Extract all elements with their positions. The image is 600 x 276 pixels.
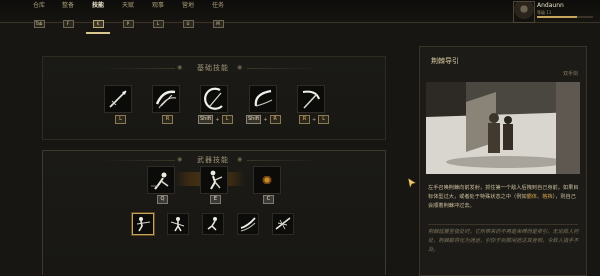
tab-hotkey: P	[122, 20, 134, 28]
mouse-cursor-icon	[408, 178, 417, 188]
tab-label: 任务	[211, 2, 224, 9]
skill-dash-strike[interactable]	[147, 166, 175, 194]
key-hint: C	[263, 195, 274, 204]
key-hint: Shift + R	[246, 115, 281, 124]
mouse-left-key: L	[115, 115, 126, 124]
warrior-stance-icon	[170, 217, 185, 232]
tab-hotkey: L	[152, 20, 164, 28]
tab-hotkey: K	[92, 20, 104, 28]
skill-spear[interactable]	[104, 85, 132, 113]
divider	[247, 68, 322, 69]
key-hint: Q	[157, 195, 168, 204]
skill-detail-title: 荆棘导引	[431, 57, 459, 65]
keyword-link[interactable]: 格挡	[542, 194, 552, 200]
skill-lore: 荆棘延展至极处时，它所带来的不再是束缚而是牵引。无论敌人何处，荆棘都将化为通途，…	[428, 229, 579, 253]
shift-key: Shift	[198, 115, 214, 124]
e-key: E	[210, 195, 221, 204]
player-name: Andaunn	[537, 2, 564, 9]
q-key: Q	[157, 195, 168, 204]
dash-strike-icon	[151, 172, 169, 190]
tab-talents[interactable]: 天赋 P	[113, 2, 143, 29]
tab-inventory[interactable]: 仓库 Tab	[24, 2, 54, 29]
avatar	[513, 1, 535, 23]
skill-detail-panel: 荆棘导引 双手剑 左手召唤荆棘向前发射，抓住第一个敌人后拽到自己身前。如果目标体…	[419, 46, 587, 276]
key-hint: E	[210, 195, 221, 204]
stance-leaping[interactable]	[202, 213, 224, 235]
skill-crescent-slash[interactable]	[200, 85, 228, 113]
skill-preview-image	[426, 82, 580, 174]
player-xp-fill	[537, 16, 577, 18]
mouse-right-key: R	[269, 115, 281, 124]
divider	[247, 160, 322, 161]
tab-camp[interactable]: 营地 U	[173, 2, 203, 29]
stance-wind-slash[interactable]	[237, 213, 259, 235]
key-hint: R + L	[299, 115, 330, 124]
tab-label: 技能	[91, 2, 104, 9]
plus-icon: +	[263, 116, 268, 123]
stance-piercing[interactable]	[132, 213, 154, 235]
leaping-stance-icon	[207, 217, 217, 231]
skill-sweep-slash[interactable]	[249, 85, 277, 113]
player-xp-bar	[537, 16, 593, 18]
sweep-slash-icon	[254, 89, 273, 107]
ninja-leap-icon	[210, 170, 223, 190]
tab-label: 天赋	[121, 2, 134, 9]
top-nav-bar: 仓库 Tab 整备 F 技能 K 天赋 P 观事 L 营地 U 任务 M And…	[0, 0, 600, 34]
skill-description: 左手召唤荆棘向前发射，抓住第一个敌人后拽到自己身前。如果目标体型过大，或者处于特…	[428, 184, 580, 211]
skill-slash[interactable]	[152, 85, 180, 113]
wind-slash-icon	[240, 217, 256, 232]
shift-key: Shift	[246, 115, 262, 124]
c-key: C	[263, 195, 274, 204]
key-hint: Shift + L	[198, 115, 233, 124]
piercing-stance-icon	[136, 217, 151, 232]
slash-icon	[155, 90, 177, 109]
eye-icon[interactable]: ◉	[177, 64, 182, 71]
locked-skill-icon	[262, 176, 272, 184]
stance-warrior[interactable]	[167, 213, 189, 235]
section-title: 武器技能	[197, 156, 229, 164]
tab-events[interactable]: 观事 L	[143, 2, 173, 29]
tab-hotkey: Tab	[33, 20, 45, 28]
scythe-icon	[302, 90, 320, 109]
thrust-icon	[275, 217, 291, 230]
tab-skills[interactable]: 技能 K	[83, 2, 113, 34]
divider	[428, 224, 578, 225]
tab-label: 整备	[61, 2, 74, 9]
mouse-left-key: L	[221, 115, 233, 124]
weapon-type: 双手剑	[562, 71, 578, 77]
mouse-right-key: R	[162, 115, 173, 124]
divider	[100, 160, 175, 161]
mouse-right-key: R	[299, 115, 310, 124]
stance-thrust[interactable]	[272, 213, 294, 235]
tab-quests[interactable]: 任务 M	[203, 2, 233, 29]
spear-icon	[109, 90, 127, 108]
tab-hotkey: M	[212, 20, 224, 28]
plus-icon: +	[215, 116, 220, 123]
eye-icon[interactable]: ◉	[177, 156, 182, 163]
tab-hotkey: F	[62, 20, 74, 28]
key-hint: R	[162, 115, 173, 124]
tab-equipment[interactable]: 整备 F	[53, 2, 83, 29]
skill-locked[interactable]	[253, 166, 281, 194]
crescent-slash-icon	[204, 87, 223, 110]
skill-scythe[interactable]	[297, 85, 325, 113]
eye-icon[interactable]: ◉	[237, 64, 242, 71]
key-hint: L	[115, 115, 126, 124]
divider	[100, 68, 175, 69]
section-title: 基础技能	[197, 64, 229, 72]
skill-ninja-leap[interactable]	[200, 166, 228, 194]
tab-label: 营地	[181, 2, 194, 9]
tab-label: 仓库	[32, 2, 45, 9]
tab-hotkey: U	[182, 20, 194, 28]
plus-icon: +	[312, 116, 317, 123]
tab-label: 观事	[151, 2, 164, 9]
mouse-left-key: L	[318, 115, 330, 124]
eye-icon[interactable]: ◉	[237, 156, 242, 163]
keyword-link[interactable]: 霸体	[527, 194, 537, 200]
player-card: Andaunn 等级 11	[513, 1, 600, 23]
